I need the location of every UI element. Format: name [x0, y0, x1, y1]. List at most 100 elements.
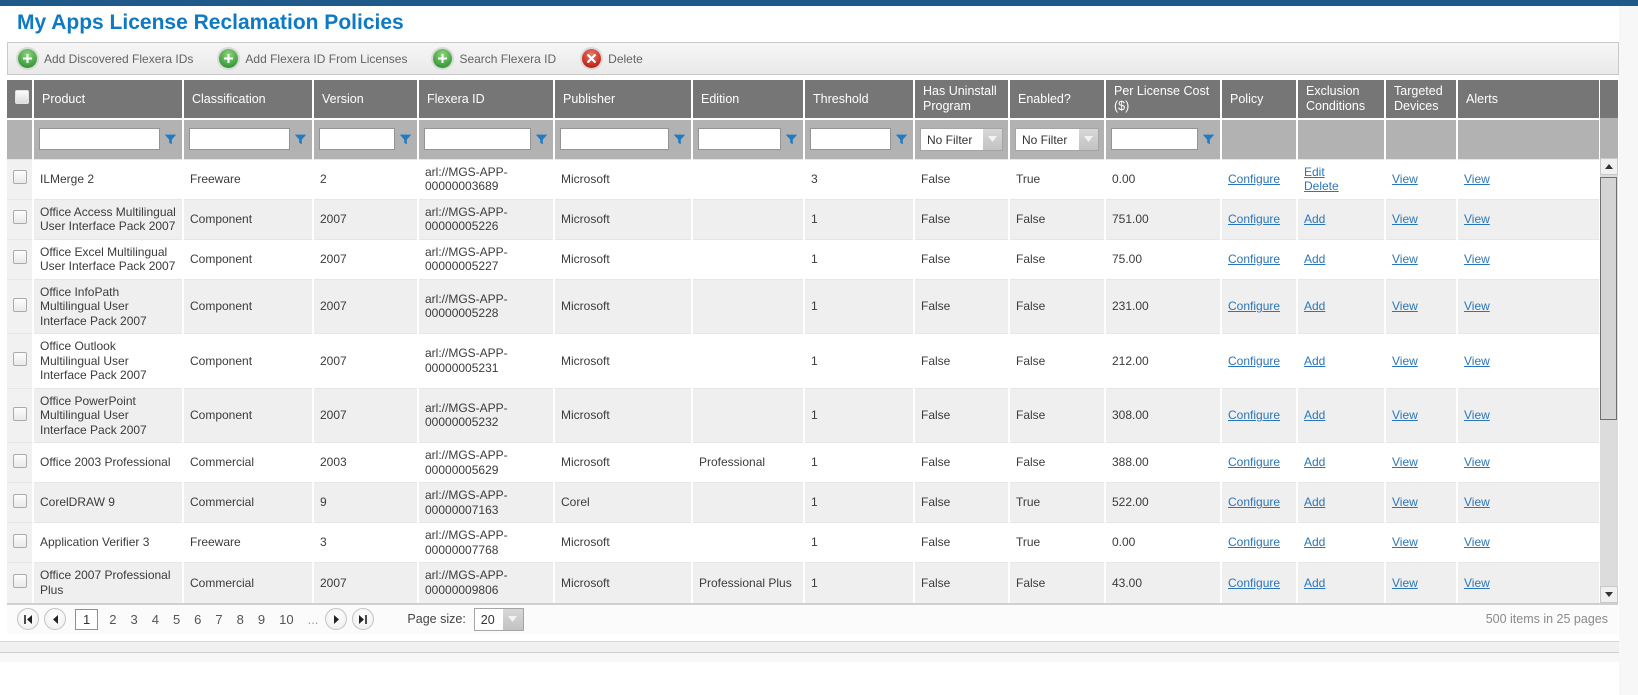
select-all-checkbox[interactable]: [15, 90, 29, 104]
row-checkbox[interactable]: [13, 352, 27, 366]
add-exclusion-link[interactable]: Add: [1304, 212, 1325, 227]
configure-link[interactable]: Configure: [1228, 495, 1280, 510]
add-exclusion-link[interactable]: Add: [1304, 535, 1325, 550]
flexera-id-filter-input[interactable]: [424, 128, 531, 150]
cost-filter-input[interactable]: [1111, 128, 1198, 150]
col-header-publisher[interactable]: Publisher: [554, 80, 692, 119]
view-targeted-devices-link[interactable]: View: [1392, 495, 1418, 510]
view-alerts-link[interactable]: View: [1464, 455, 1490, 470]
row-checkbox[interactable]: [13, 534, 27, 548]
col-header-cost[interactable]: Per License Cost ($): [1105, 80, 1221, 119]
page-number[interactable]: 3: [130, 612, 137, 627]
col-header-classification[interactable]: Classification: [183, 80, 313, 119]
row-checkbox[interactable]: [13, 407, 27, 421]
prev-page-button[interactable]: [44, 608, 66, 630]
page-number[interactable]: 2: [109, 612, 116, 627]
add-exclusion-link[interactable]: Add: [1304, 299, 1325, 314]
col-header-flexera-id[interactable]: Flexera ID: [418, 80, 554, 119]
row-checkbox[interactable]: [13, 298, 27, 312]
view-targeted-devices-link[interactable]: View: [1392, 455, 1418, 470]
funnel-icon[interactable]: [399, 133, 412, 146]
add-exclusion-link[interactable]: Add: [1304, 495, 1325, 510]
funnel-icon[interactable]: [895, 133, 908, 146]
view-targeted-devices-link[interactable]: View: [1392, 172, 1418, 187]
first-page-button[interactable]: [17, 608, 39, 630]
add-exclusion-link[interactable]: Add: [1304, 455, 1325, 470]
col-header-threshold[interactable]: Threshold: [804, 80, 914, 119]
funnel-icon[interactable]: [1202, 133, 1215, 146]
view-alerts-link[interactable]: View: [1464, 299, 1490, 314]
next-page-button[interactable]: [325, 608, 347, 630]
page-number[interactable]: 6: [194, 612, 201, 627]
view-targeted-devices-link[interactable]: View: [1392, 408, 1418, 423]
view-targeted-devices-link[interactable]: View: [1392, 354, 1418, 369]
row-checkbox[interactable]: [13, 210, 27, 224]
view-targeted-devices-link[interactable]: View: [1392, 299, 1418, 314]
view-targeted-devices-link[interactable]: View: [1392, 212, 1418, 227]
page-number[interactable]: 10: [279, 612, 293, 627]
page-number[interactable]: 9: [258, 612, 265, 627]
view-targeted-devices-link[interactable]: View: [1392, 535, 1418, 550]
add-exclusion-link[interactable]: Add: [1304, 576, 1325, 591]
view-alerts-link[interactable]: View: [1464, 172, 1490, 187]
col-header-edition[interactable]: Edition: [692, 80, 804, 119]
funnel-icon[interactable]: [673, 133, 686, 146]
scroll-up-icon[interactable]: [1600, 158, 1618, 175]
view-alerts-link[interactable]: View: [1464, 252, 1490, 267]
scroll-down-icon[interactable]: [1600, 586, 1618, 603]
configure-link[interactable]: Configure: [1228, 535, 1280, 550]
view-alerts-link[interactable]: View: [1464, 495, 1490, 510]
funnel-icon[interactable]: [294, 133, 307, 146]
scrollbar-thumb[interactable]: [1600, 177, 1617, 420]
col-header-has-uninstall[interactable]: Has Uninstall Program: [914, 80, 1009, 119]
configure-link[interactable]: Configure: [1228, 455, 1280, 470]
page-number[interactable]: 8: [237, 612, 244, 627]
configure-link[interactable]: Configure: [1228, 252, 1280, 267]
threshold-filter-input[interactable]: [810, 128, 891, 150]
edition-filter-input[interactable]: [698, 128, 781, 150]
product-filter-input[interactable]: [39, 128, 160, 150]
enabled-filter-dropdown[interactable]: No Filter: [1015, 128, 1099, 151]
last-page-button[interactable]: [352, 608, 374, 630]
page-number[interactable]: 4: [152, 612, 159, 627]
page-number-current[interactable]: 1: [75, 609, 98, 630]
vertical-scrollbar[interactable]: [1600, 158, 1618, 603]
row-checkbox[interactable]: [13, 494, 27, 508]
view-alerts-link[interactable]: View: [1464, 535, 1490, 550]
add-exclusion-link[interactable]: Add: [1304, 252, 1325, 267]
view-targeted-devices-link[interactable]: View: [1392, 252, 1418, 267]
view-alerts-link[interactable]: View: [1464, 408, 1490, 423]
page-size-dropdown[interactable]: 20: [474, 608, 524, 631]
delete-exclusion-link[interactable]: Delete: [1304, 179, 1378, 194]
edit-exclusion-link[interactable]: Edit: [1304, 165, 1378, 180]
add-discovered-flexera-ids-button[interactable]: Add Discovered Flexera IDs: [18, 49, 193, 68]
view-alerts-link[interactable]: View: [1464, 576, 1490, 591]
has-uninstall-filter-dropdown[interactable]: No Filter: [920, 128, 1003, 151]
view-alerts-link[interactable]: View: [1464, 354, 1490, 369]
classification-filter-input[interactable]: [189, 128, 290, 150]
page-number[interactable]: 7: [215, 612, 222, 627]
configure-link[interactable]: Configure: [1228, 299, 1280, 314]
col-header-alerts[interactable]: Alerts: [1457, 80, 1600, 119]
page-number[interactable]: 5: [173, 612, 180, 627]
publisher-filter-input[interactable]: [560, 128, 669, 150]
col-header-policy[interactable]: Policy: [1221, 80, 1297, 119]
row-checkbox[interactable]: [13, 250, 27, 264]
col-header-targeted[interactable]: Targeted Devices: [1385, 80, 1457, 119]
add-exclusion-link[interactable]: Add: [1304, 354, 1325, 369]
funnel-icon[interactable]: [785, 133, 798, 146]
row-checkbox[interactable]: [13, 574, 27, 588]
search-flexera-id-button[interactable]: Search Flexera ID: [433, 49, 556, 68]
delete-button[interactable]: Delete: [582, 49, 643, 68]
row-checkbox[interactable]: [13, 454, 27, 468]
funnel-icon[interactable]: [535, 133, 548, 146]
funnel-icon[interactable]: [164, 133, 177, 146]
add-flexera-id-from-licenses-button[interactable]: Add Flexera ID From Licenses: [219, 49, 407, 68]
add-exclusion-link[interactable]: Add: [1304, 408, 1325, 423]
configure-link[interactable]: Configure: [1228, 576, 1280, 591]
configure-link[interactable]: Configure: [1228, 408, 1280, 423]
view-targeted-devices-link[interactable]: View: [1392, 576, 1418, 591]
configure-link[interactable]: Configure: [1228, 172, 1280, 187]
col-header-product[interactable]: Product: [33, 80, 183, 119]
view-alerts-link[interactable]: View: [1464, 212, 1490, 227]
